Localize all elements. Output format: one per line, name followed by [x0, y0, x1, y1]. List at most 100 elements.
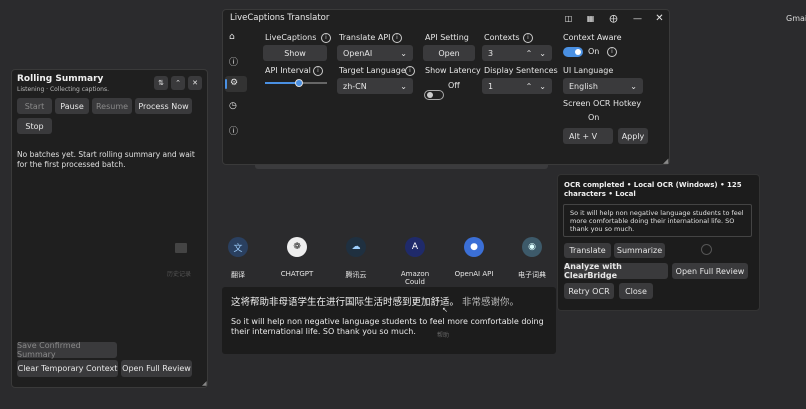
translate-api-select[interactable]: OpenAI ⌄ — [337, 45, 413, 61]
close-icon[interactable]: ✕ — [653, 12, 666, 25]
rolling-title: Rolling Summary — [17, 74, 104, 84]
info-icon[interactable]: i — [405, 66, 415, 76]
livecaptions-label: LiveCaptions — [265, 33, 317, 42]
target-language-label: Target Language — [339, 66, 406, 75]
desktop-corner-text: Gmai — [786, 14, 806, 23]
tencent-cloud-icon: ☁ — [346, 237, 366, 257]
home-icon[interactable]: ⌂ — [229, 32, 235, 42]
chevron-down-icon[interactable]: ⌄ — [539, 82, 546, 91]
close-button[interactable]: Close — [619, 283, 653, 299]
chevron-down-icon: ⌄ — [630, 81, 637, 91]
minimize-icon[interactable]: — — [631, 12, 644, 25]
ui-language-value: English — [569, 81, 598, 91]
about-icon[interactable]: ⓘ — [229, 124, 238, 137]
caption-bar-edge — [255, 165, 548, 169]
open-full-review-button[interactable]: Open Full Review — [672, 263, 748, 279]
show-latency-toggle[interactable] — [424, 90, 444, 100]
shortcut-amazon[interactable]: A — [405, 237, 425, 257]
start-button[interactable]: Start — [17, 98, 52, 114]
slider-fill — [265, 82, 300, 84]
info-icon[interactable]: i — [523, 33, 533, 43]
clear-temporary-context-button[interactable]: Clear Temporary Context — [17, 360, 118, 377]
info-icon[interactable]: i — [313, 66, 323, 76]
dictionary-icon: ◉ — [522, 237, 542, 257]
translate-button[interactable]: Translate — [564, 243, 611, 258]
loading-spinner-icon — [701, 244, 712, 255]
mouse-cursor-icon: ↖ — [442, 306, 448, 314]
ui-language-select[interactable]: English ⌄ — [563, 78, 643, 94]
retry-ocr-button[interactable]: Retry OCR — [564, 283, 614, 299]
api-interval-slider[interactable] — [265, 79, 327, 87]
openai-icon: ● — [464, 237, 484, 257]
gear-icon[interactable]: ⚙ — [230, 78, 238, 88]
hotkey-value: Alt + V — [569, 131, 598, 141]
save-confirmed-summary-button[interactable]: Save Confirmed Summary — [17, 341, 117, 359]
translator-window: LiveCaptions Translator ◫ ▦ ⨁ — ✕ ⌂ ⓘ ⚙ … — [222, 9, 670, 165]
api-setting-open-button[interactable]: Open — [423, 45, 475, 61]
context-aware-toggle[interactable] — [563, 47, 583, 57]
chatgpt-icon: ❁ — [287, 237, 307, 257]
shortcut-label: 翻译 — [231, 271, 245, 279]
apply-button[interactable]: Apply — [618, 128, 648, 144]
contexts-label: Contexts — [484, 33, 520, 42]
faded-label: 历史记录 — [167, 271, 192, 278]
process-now-button[interactable]: Process Now — [135, 98, 192, 114]
info-icon[interactable]: i — [392, 33, 402, 43]
api-interval-label: API Interval — [265, 66, 311, 75]
contexts-stepper[interactable]: 3 ⌃ ⌄ — [482, 45, 552, 61]
stop-button[interactable]: Stop — [17, 118, 52, 134]
chevron-up-icon[interactable]: ⌃ — [171, 76, 185, 90]
show-latency-state: Off — [448, 81, 460, 90]
info-icon[interactable]: i — [607, 47, 617, 57]
chevron-down-icon: ⌄ — [400, 81, 407, 91]
nav-rail: ⌂ ⓘ ⚙ ◷ ⓘ — [225, 28, 247, 162]
translate-api-label: Translate API — [339, 33, 391, 42]
caption-icon[interactable]: ▦ — [584, 12, 597, 25]
shortcut-dictionary[interactable]: ◉ — [522, 237, 542, 257]
shortcut-label: OpenAI API — [454, 270, 494, 278]
shortcut-tencent[interactable]: ☁ — [346, 237, 366, 257]
nav-active-indicator — [225, 79, 227, 89]
display-sentences-value: 1 — [488, 81, 494, 91]
app-shortcuts: 文 翻译 ❁ CHATGPT ☁ 腾讯云 A Amazon Could ● Op… — [228, 237, 548, 286]
chevron-down-icon[interactable]: ⌄ — [539, 49, 546, 58]
info-icon[interactable]: i — [321, 33, 331, 43]
livecaptions-show-button[interactable]: Show — [263, 45, 327, 61]
info-icon[interactable]: ⓘ — [229, 55, 238, 68]
ocr-text[interactable]: So it will help non negative language st… — [563, 204, 752, 237]
translate-icon: 文 — [228, 237, 248, 257]
summarize-button[interactable]: Summarize — [614, 243, 665, 258]
pin-icon[interactable]: ⨁ — [607, 12, 620, 25]
caption-faded-label: 帮助 — [437, 332, 450, 339]
layout-icon[interactable]: ◫ — [562, 12, 575, 25]
analyze-clearbridge-button[interactable]: Analyze with ClearBridge — [564, 262, 668, 280]
shortcut-label: CHATGPT — [280, 270, 314, 278]
caption-chinese-extra: 非常感谢你。 — [462, 297, 520, 308]
hotkey-input[interactable]: Alt + V — [563, 128, 613, 144]
slider-thumb[interactable] — [295, 79, 304, 87]
pause-button[interactable]: Pause — [55, 98, 89, 114]
display-sentences-stepper[interactable]: 1 ⌃ ⌄ — [482, 78, 552, 94]
open-full-review-button[interactable]: Open Full Review — [121, 360, 192, 377]
collapse-icon[interactable]: ⇅ — [154, 76, 168, 90]
shortcut-translate[interactable]: 文 — [228, 237, 248, 257]
window-title: LiveCaptions Translator — [230, 13, 330, 23]
shortcut-openai[interactable]: ● — [464, 237, 484, 257]
ocr-title: OCR completed • Local OCR (Windows) • 12… — [564, 181, 742, 198]
translate-api-value: OpenAI — [343, 48, 373, 58]
history-icon[interactable]: ◷ — [229, 101, 237, 111]
ocr-panel: OCR completed • Local OCR (Windows) • 12… — [557, 174, 760, 311]
resume-button[interactable]: Resume — [92, 98, 132, 114]
chevron-up-icon[interactable]: ⌃ — [526, 49, 533, 58]
target-language-select[interactable]: zh-CN ⌄ — [337, 78, 413, 94]
context-aware-state: On — [588, 47, 600, 56]
close-icon[interactable]: ✕ — [188, 76, 202, 90]
chevron-up-icon[interactable]: ⌃ — [526, 82, 533, 91]
resize-grip-icon[interactable]: ◢ — [202, 380, 207, 387]
api-setting-label: API Setting — [425, 33, 469, 42]
shortcut-chatgpt[interactable]: ❁ — [287, 237, 307, 257]
rolling-status: Listening · Collecting captions. — [17, 86, 110, 93]
caption-chinese-main: 这将帮助非母语学生在进行国际生活时感到更加舒适。 — [231, 297, 460, 308]
display-sentences-label: Display Sentences — [484, 66, 558, 75]
resize-grip-icon[interactable]: ◢ — [663, 157, 668, 165]
